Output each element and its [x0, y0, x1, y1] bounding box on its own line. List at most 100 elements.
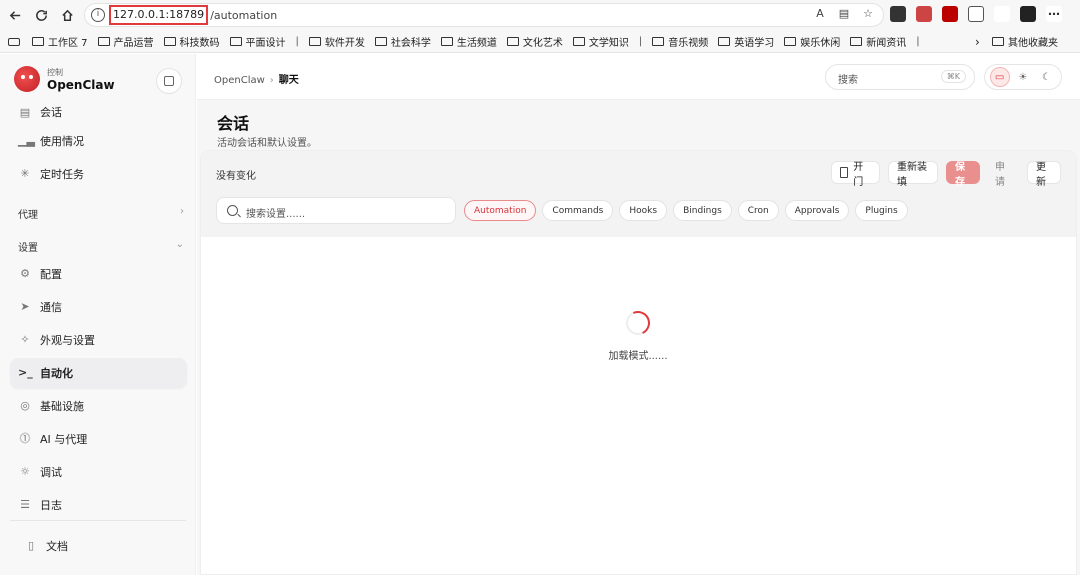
search-icon — [227, 205, 238, 216]
other-bookmarks[interactable]: 其他收藏夹 — [992, 34, 1058, 49]
gear-icon: ⚙ — [20, 267, 30, 280]
moon-icon[interactable]: ☾ — [1036, 67, 1056, 87]
bookmark-folder[interactable]: 科技数码 — [163, 34, 220, 49]
crumb-root[interactable]: OpenClaw — [214, 75, 265, 86]
sidebar-item-comm[interactable]: ➤ 通信 — [10, 292, 187, 322]
tab-hooks[interactable]: Hooks — [619, 200, 668, 221]
sidebar-item-debug[interactable]: ☼ 调试 — [10, 457, 187, 487]
ai-icon: ⓵ — [19, 432, 31, 445]
bookmark-folder[interactable]: 生活频道 — [440, 34, 497, 49]
bookmark-folder[interactable]: 英语学习 — [718, 34, 774, 49]
settings-search-input[interactable]: 搜索设置...... — [216, 197, 456, 224]
sidebar-item-automation[interactable]: >_ 自动化 — [10, 358, 187, 388]
sidebar-item-docs[interactable]: ▯ 文档 — [16, 531, 193, 561]
brand-name: OpenClaw — [47, 77, 115, 92]
tab-commands[interactable]: Commands — [542, 200, 614, 221]
extension-icon[interactable] — [890, 6, 906, 22]
settings-toolbar: 没有变化 开门 重新装填 保存 申请 更新 搜索设置...... Automat… — [201, 151, 1076, 237]
folder-icon — [163, 37, 176, 46]
profile-icon[interactable] — [1020, 6, 1036, 22]
update-button[interactable]: 更新 — [1027, 161, 1061, 188]
url-host: 127.0.0.1:18789 — [109, 5, 209, 25]
book-icon: ▯ — [27, 539, 35, 552]
tab-plugins[interactable]: Plugins — [855, 200, 908, 221]
sidebar-item-usage[interactable]: ▁▃ 使用情况 — [10, 126, 187, 156]
extensions-puzzle-icon[interactable] — [968, 6, 984, 22]
sun-icon[interactable]: ☀ — [1013, 67, 1033, 87]
ublock-icon[interactable] — [942, 6, 958, 22]
bookmark-folder[interactable]: 软件开发 — [308, 34, 365, 49]
tab-automation[interactable]: Automation — [464, 200, 537, 221]
monitor-icon[interactable]: ▭ — [989, 67, 1010, 87]
chevron-right-icon: › — [180, 206, 184, 217]
chevron-down-icon: ⌄ — [175, 239, 184, 250]
extension-icon[interactable] — [916, 6, 932, 22]
bookmarks-overflow-icon[interactable]: › — [975, 35, 980, 49]
folder-icon — [784, 37, 797, 46]
bookmark-folder[interactable]: 社会科学 — [374, 34, 431, 49]
bookmark-folder[interactable]: 产品运营 — [97, 34, 154, 49]
page-title: 会话 — [217, 114, 250, 133]
global-search-input[interactable]: 搜索 ⌘K — [825, 64, 975, 90]
log-icon: ☰ — [20, 498, 30, 511]
bookmark-folder[interactable]: 新闻资讯 — [850, 34, 906, 49]
main-content: OpenClaw › 聊天 搜索 ⌘K ▭ ☀ ☾ 会话 活动会话和默认设置。 没有… — [197, 54, 1080, 575]
bookmark-separator: | — [916, 36, 920, 47]
reload-button[interactable]: 重新装填 — [888, 161, 938, 188]
sidebar-item-logs[interactable]: ☰ 日志 — [10, 490, 187, 520]
home-icon[interactable] — [56, 5, 78, 27]
back-icon[interactable] — [4, 5, 26, 27]
loading-spinner-icon — [622, 307, 654, 339]
section-agent[interactable]: 代理 › — [18, 206, 184, 221]
bookmark-folder[interactable]: 文化艺术 — [506, 34, 563, 49]
tab-bindings[interactable]: Bindings — [673, 200, 732, 221]
sidebar-item-cron[interactable]: ✳ 定时任务 — [10, 159, 187, 189]
sidebar-item-infra[interactable]: ◎ 基础设施 — [10, 391, 187, 421]
bookmark-folder[interactable]: 文学知识 — [572, 34, 629, 49]
more-menu-icon[interactable]: ⋯ — [1046, 6, 1062, 22]
favorite-star-icon[interactable]: ☆ — [861, 7, 875, 21]
sidebar: 控制 OpenClaw ▤ 会话 ▁▃ 使用情况 ✳ 定时任务 代理 › 设置 ⌄ ⚙ 配置… — [0, 54, 196, 575]
bookmark-toggle-icon[interactable] — [8, 37, 20, 46]
tab-cron[interactable]: Cron — [737, 200, 779, 221]
brand-subtitle: 控制 — [47, 67, 63, 77]
doc-icon: ▤ — [19, 106, 31, 119]
url-path: /automation — [210, 8, 278, 22]
top-header: OpenClaw › 聊天 搜索 ⌘K ▭ ☀ ☾ — [197, 54, 1080, 100]
reader-icon[interactable]: ▤ — [837, 7, 851, 21]
media-icon[interactable] — [994, 6, 1010, 22]
sidebar-item-appearance[interactable]: ✧ 外观与设置 — [10, 325, 187, 355]
globe-icon: ◎ — [20, 399, 30, 412]
sidebar-item-ai[interactable]: ⓵ AI 与代理 — [10, 424, 187, 454]
apply-button[interactable]: 申请 — [986, 161, 1020, 188]
folder-icon — [308, 37, 321, 46]
brand[interactable]: 控制 OpenClaw — [14, 66, 115, 92]
bookmark-separator: | — [295, 36, 299, 47]
sidebar-divider — [10, 520, 186, 521]
translate-icon[interactable]: A — [813, 7, 827, 21]
loading-text: 加载模式...... — [608, 351, 668, 362]
folder-icon — [652, 37, 665, 46]
open-button[interactable]: 开门 — [831, 161, 880, 188]
bookmark-folder[interactable]: 工作区 7 — [32, 34, 88, 49]
site-info-icon[interactable]: i — [91, 8, 105, 22]
browser-toolbar: i 127.0.0.1:18789 /automation A ▤ ☆ ⋯ — [0, 0, 1080, 31]
bookmark-folder[interactable]: 平面设计 — [229, 34, 286, 49]
breadcrumb: OpenClaw › 聊天 — [214, 75, 299, 86]
folder-icon — [506, 37, 519, 46]
section-settings[interactable]: 设置 ⌄ — [18, 239, 184, 254]
address-bar[interactable]: i 127.0.0.1:18789 /automation A ▤ ☆ — [84, 3, 884, 27]
bookmark-folder[interactable]: 音乐视频 — [652, 34, 708, 49]
sparkle-icon: ✧ — [20, 333, 30, 346]
document-icon — [840, 167, 849, 178]
sidebar-item-sessions[interactable]: ▤ 会话 — [10, 98, 187, 120]
bug-icon: ☼ — [20, 465, 30, 478]
save-button[interactable]: 保存 — [946, 161, 980, 188]
collapse-sidebar-button[interactable] — [156, 68, 182, 94]
status-text: 没有变化 — [216, 171, 256, 182]
folder-icon — [718, 37, 731, 46]
refresh-icon[interactable] — [30, 5, 52, 27]
tab-approvals[interactable]: Approvals — [784, 200, 850, 221]
sidebar-item-config[interactable]: ⚙ 配置 — [10, 259, 187, 289]
bookmark-folder[interactable]: 娱乐休闲 — [784, 34, 840, 49]
